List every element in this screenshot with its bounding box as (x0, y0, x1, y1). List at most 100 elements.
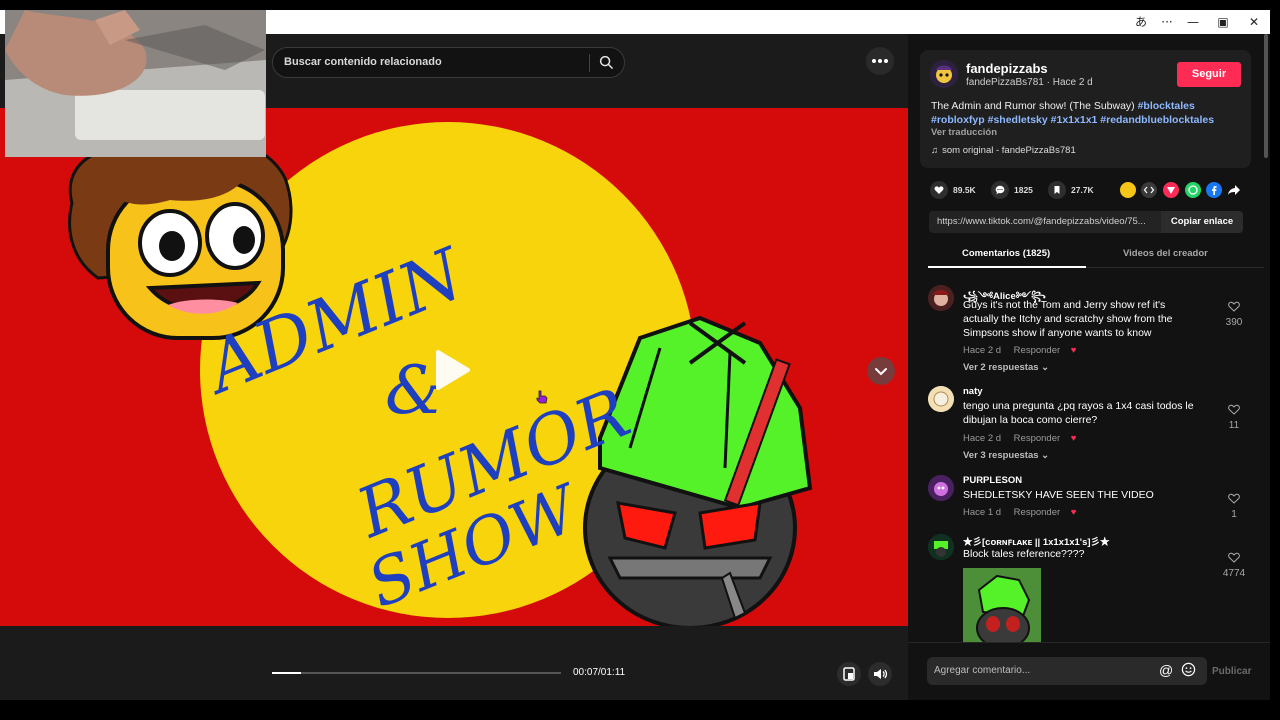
commenter-name[interactable]: PURPLESON (963, 475, 1022, 486)
description-text: The Admin and Rumor show! (The Subway) (931, 100, 1138, 112)
commenter-avatar[interactable] (928, 285, 954, 311)
player-controls: 00:07/01:11 (0, 626, 908, 700)
video-url[interactable]: https://www.tiktok.com/@fandepizzabs/vid… (937, 216, 1157, 227)
view-replies-button[interactable]: Ver 2 respuestas ⌄ (963, 362, 1049, 373)
comment-like-count: 11 (1228, 420, 1240, 431)
next-video-button[interactable] (867, 357, 895, 385)
hashtag[interactable]: #redandblueblocktales (1100, 114, 1214, 126)
webcam-overlay (5, 10, 266, 157)
video-info-card: fandepizzabs fandePizzaBs781 · Hace 2 d … (920, 50, 1251, 168)
emoji-icon[interactable] (1181, 662, 1196, 682)
comment-like-button[interactable]: 11 (1220, 402, 1248, 431)
comment-time: Hace 2 d (963, 433, 1002, 444)
volume-button[interactable] (868, 662, 892, 686)
save-count: 27.7K (1071, 185, 1094, 195)
comment-text: tengo una pregunta ¿pq rayos a 1x4 casi … (963, 400, 1194, 426)
comment-like-button[interactable]: 4774 (1220, 550, 1248, 579)
progress-bar[interactable] (272, 672, 561, 674)
comment-like-count: 1 (1231, 509, 1237, 520)
comment-meta: Hace 1 d Responder ♥ (963, 507, 1076, 518)
embed-code-icon[interactable] (1141, 182, 1157, 198)
heart-outline-icon (1228, 493, 1240, 504)
play-icon[interactable] (432, 348, 472, 397)
view-replies-button[interactable]: Ver 3 respuestas ⌄ (963, 450, 1049, 461)
author-name[interactable]: fandepizzabs (966, 61, 1048, 76)
heart-outline-icon (1228, 552, 1240, 563)
like-count: 89.5K (953, 185, 976, 195)
save-button[interactable]: 27.7K (1048, 180, 1094, 200)
chevron-down-icon: ⌄ (1041, 450, 1050, 461)
commenter-name[interactable]: naty (963, 386, 983, 397)
mention-icon[interactable]: @ (1159, 662, 1173, 678)
comment-meta: Hace 2 d Responder ♥ (963, 433, 1076, 444)
comment-button[interactable]: 1825 (991, 180, 1033, 200)
search-divider (589, 54, 590, 72)
hashtag[interactable]: #shedletsky (988, 114, 1048, 126)
view-replies-label: Ver 2 respuestas (963, 362, 1039, 373)
creator-liked-icon: ♥ (1070, 345, 1077, 356)
translate-link[interactable]: Ver traducción (931, 127, 997, 138)
sound-link[interactable]: ♫ som original - fandePizzaBs781 (931, 145, 1076, 156)
active-tab-indicator (928, 266, 1086, 268)
comment-time: Hace 1 d (963, 507, 1002, 518)
facebook-icon[interactable] (1206, 182, 1222, 198)
heart-icon (930, 181, 948, 199)
like-button[interactable]: 89.5K (930, 180, 976, 200)
bookmark-icon (1048, 181, 1066, 199)
tab-creator-videos[interactable]: Videos del creador (1123, 248, 1208, 259)
comment-input-placeholder: Agregar comentario... (934, 665, 1031, 676)
comment-item: ꧁༺Alice༻꧂ Guys it's not the Tom and Jerr… (928, 285, 1258, 375)
send-to-friends-icon[interactable] (1163, 182, 1179, 198)
comment-like-count: 390 (1225, 317, 1243, 328)
comment-like-button[interactable]: 390 (1220, 299, 1248, 328)
comment-input[interactable]: Agregar comentario... @ (927, 657, 1207, 685)
search-icon[interactable] (599, 55, 614, 75)
close-button[interactable]: ✕ (1243, 12, 1265, 32)
panel-scrollbar[interactable] (1264, 34, 1268, 158)
comment-item: ★彡[ᴄᴏʀɴꜰʟᴀᴋᴇ || 1x1x1x1's]彡★ Block tales… (928, 534, 1258, 644)
video-description: The Admin and Rumor show! (The Subway) #… (931, 99, 1241, 127)
hashtag[interactable]: #1x1x1x1 (1051, 114, 1098, 126)
comment-count: 1825 (1014, 185, 1033, 195)
commenter-avatar[interactable] (928, 386, 954, 412)
reply-button[interactable]: Responder (1014, 433, 1060, 444)
restore-button[interactable]: ▣ (1212, 12, 1234, 32)
emoji-share-icon[interactable] (1120, 182, 1136, 198)
comment-text: Guys it's not the Tom and Jerry show ref… (963, 299, 1173, 339)
heart-outline-icon (1228, 301, 1240, 312)
copy-link-button[interactable]: Copiar enlace (1161, 211, 1243, 233)
hashtag[interactable]: #blocktales (1138, 100, 1195, 112)
minimize-button[interactable]: — (1182, 12, 1204, 32)
more-options-button[interactable] (866, 47, 894, 75)
window-more-button[interactable]: ··· (1156, 12, 1178, 32)
commenter-avatar[interactable] (928, 534, 954, 560)
sound-label: som original - fandePizzaBs781 (942, 145, 1076, 156)
creator-liked-icon: ♥ (1070, 507, 1077, 518)
video-player[interactable]: ADMIN & RUMOR SHOW (0, 108, 908, 626)
publish-button[interactable]: Publicar (1212, 666, 1251, 677)
floating-player-button[interactable] (837, 662, 861, 686)
translate-icon[interactable]: あ (1130, 12, 1152, 32)
author-avatar[interactable] (930, 60, 958, 88)
pointer-cursor-icon (536, 390, 548, 409)
chevron-down-icon: ⌄ (1041, 362, 1050, 373)
tab-comments[interactable]: Comentarios (1825) (962, 248, 1050, 259)
search-input[interactable]: Buscar contenido relacionado (284, 56, 442, 68)
comment-image[interactable] (963, 568, 1041, 644)
copy-link-row: https://www.tiktok.com/@fandepizzabs/vid… (929, 211, 1243, 233)
hashtag[interactable]: #robloxfyp (931, 114, 985, 126)
share-arrow-icon[interactable] (1226, 182, 1242, 198)
follow-button[interactable]: Seguir (1177, 62, 1241, 87)
commenter-name[interactable]: ★彡[ᴄᴏʀɴꜰʟᴀᴋᴇ || 1x1x1x1's]彡★ (963, 534, 1110, 548)
whatsapp-icon[interactable] (1185, 182, 1201, 198)
comment-time: Hace 2 d (963, 345, 1002, 356)
comment-like-button[interactable]: 1 (1220, 491, 1248, 520)
search-bar[interactable]: Buscar contenido relacionado (272, 47, 625, 78)
details-panel: fandepizzabs fandePizzaBs781 · Hace 2 d … (908, 34, 1270, 700)
reply-button[interactable]: Responder (1014, 345, 1060, 356)
commenter-avatar[interactable] (928, 475, 954, 501)
music-note-icon: ♫ (931, 145, 939, 156)
reply-button[interactable]: Responder (1014, 507, 1060, 518)
time-display: 00:07/01:11 (573, 667, 626, 678)
comment-text: Block tales reference???? (963, 548, 1085, 560)
